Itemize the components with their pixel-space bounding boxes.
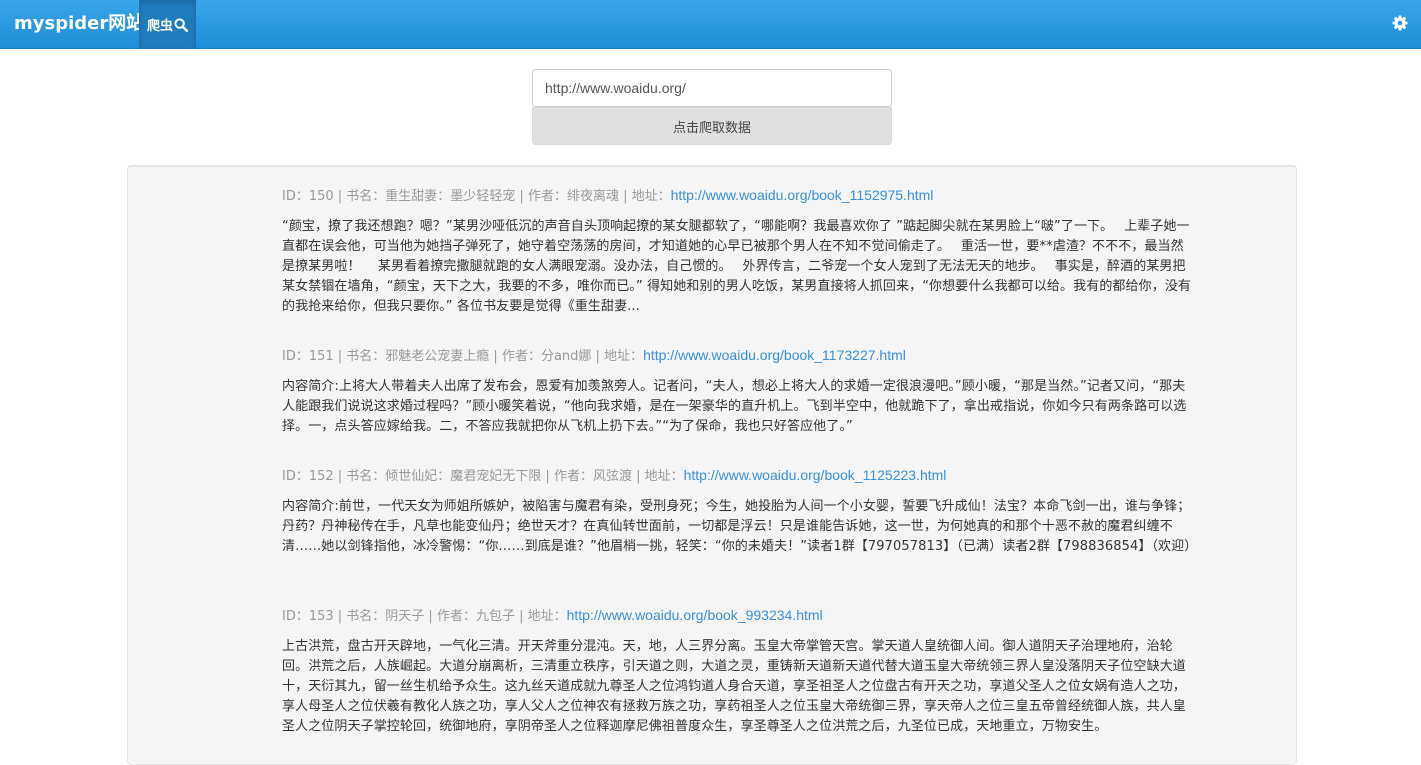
search-icon: [174, 17, 188, 32]
book-meta: ID：150 | 书名：重生甜妻：墨少轻轻宠 | 作者：绯夜离魂 | 地址：ht…: [282, 185, 1194, 207]
book-item: ID：151 | 书名：邪魅老公宠妻上瘾 | 作者：分and娜 | 地址：htt…: [282, 345, 1194, 437]
book-url-link[interactable]: http://www.woaidu.org/book_1173227.html: [643, 347, 906, 363]
crawl-button[interactable]: 点击爬取数据: [532, 107, 892, 145]
book-item: ID：153 | 书名：阴天子 | 作者：九包子 | 地址：http://www…: [282, 605, 1194, 737]
url-input[interactable]: [532, 69, 892, 107]
brand-title[interactable]: myspider网站: [14, 12, 144, 36]
book-meta: ID：153 | 书名：阴天子 | 作者：九包子 | 地址：http://www…: [282, 605, 1194, 627]
book-meta: ID：152 | 书名：倾世仙妃：魔君宠妃无下限 | 作者：风弦渡 | 地址：h…: [282, 465, 1194, 487]
book-meta-text: ID：150 | 书名：重生甜妻：墨少轻轻宠 | 作者：绯夜离魂 | 地址：: [282, 189, 671, 204]
book-description: 内容简介:前世，一代天女为师姐所嫉妒，被陷害与魔君有染，受刑身死；今生，她投胎为…: [282, 499, 1198, 554]
book-description: “颜宝，撩了我还想跑？嗯？”某男沙哑低沉的声音自头顶响起撩的某女腿都软了，“哪能…: [282, 219, 1192, 314]
book-meta-text: ID：152 | 书名：倾世仙妃：魔君宠妃无下限 | 作者：风弦渡 | 地址：: [282, 469, 684, 484]
book-description: 上古洪荒，盘古开天辟地，一气化三清。开天斧重分混沌。天，地，人三界分离。玉皇大帝…: [282, 639, 1186, 734]
book-item: ID：150 | 书名：重生甜妻：墨少轻轻宠 | 作者：绯夜离魂 | 地址：ht…: [282, 185, 1194, 317]
top-navbar: myspider网站 爬虫: [0, 0, 1421, 49]
book-url-link[interactable]: http://www.woaidu.org/book_1152975.html: [671, 187, 934, 203]
book-meta-text: ID：153 | 书名：阴天子 | 作者：九包子 | 地址：: [282, 609, 567, 624]
book-meta-text: ID：151 | 书名：邪魅老公宠妻上瘾 | 作者：分and娜 | 地址：: [282, 349, 644, 364]
book-url-link[interactable]: http://www.woaidu.org/book_1125223.html: [684, 467, 947, 483]
book-description: 内容简介:上将大人带着夫人出席了发布会，恩爱有加羡煞旁人。记者问，“夫人，想必上…: [282, 379, 1187, 434]
book-meta: ID：151 | 书名：邪魅老公宠妻上瘾 | 作者：分and娜 | 地址：htt…: [282, 345, 1194, 367]
nav-tab-spider[interactable]: 爬虫: [139, 0, 196, 49]
book-url-link[interactable]: http://www.woaidu.org/book_993234.html: [567, 607, 823, 623]
book-item: ID：152 | 书名：倾世仙妃：魔君宠妃无下限 | 作者：风弦渡 | 地址：h…: [282, 465, 1198, 557]
nav-tab-spider-label: 爬虫: [146, 19, 173, 34]
gear-icon[interactable]: [1392, 15, 1408, 31]
